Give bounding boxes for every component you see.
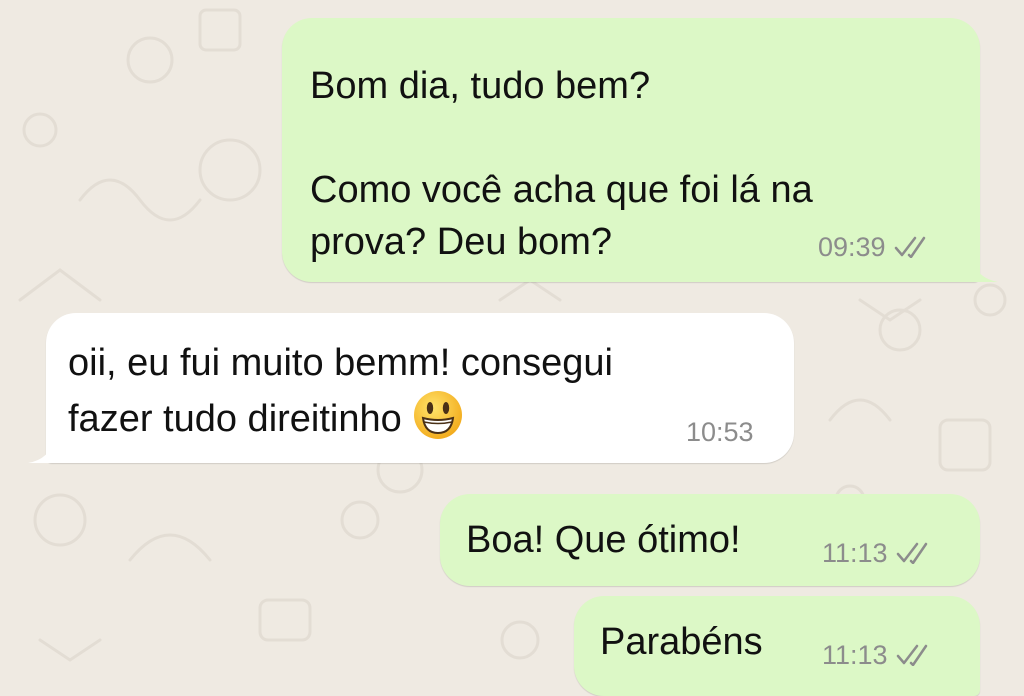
grinning-face-emoji — [413, 391, 462, 439]
message-time: 10:53 — [686, 417, 754, 447]
message-time: 11:13 — [822, 640, 888, 670]
outgoing-message-2[interactable]: Boa! Que ótimo! 11:13 — [440, 494, 980, 586]
message-text-body: oii, eu fui muito bemm! consegui fazer t… — [68, 342, 613, 440]
double-check-icon — [896, 644, 927, 666]
bubble-tail — [972, 258, 998, 282]
message-meta: 11:13 — [822, 538, 934, 568]
bubble-tail — [28, 439, 54, 463]
double-check-icon — [894, 236, 925, 258]
outgoing-message-3[interactable]: Parabéns 11:13 — [574, 596, 980, 696]
incoming-message-1[interactable]: oii, eu fui muito bemm! consegui fazer t… — [28, 313, 794, 463]
message-meta: 11:13 — [822, 640, 934, 670]
message-time: 09:39 — [818, 232, 886, 262]
outgoing-message-1[interactable]: Bom dia, tudo bem? Como você acha que fo… — [282, 18, 998, 282]
message-meta: 10:53 — [686, 417, 754, 447]
double-check-icon — [896, 542, 927, 564]
message-text: Boa! Que ótimo! — [466, 519, 741, 561]
message-meta: 09:39 — [818, 232, 932, 262]
message-text: oii, eu fui muito bemm! consegui fazer t… — [68, 337, 768, 445]
message-text: Parabéns — [600, 621, 763, 663]
message-time: 11:13 — [822, 538, 888, 568]
